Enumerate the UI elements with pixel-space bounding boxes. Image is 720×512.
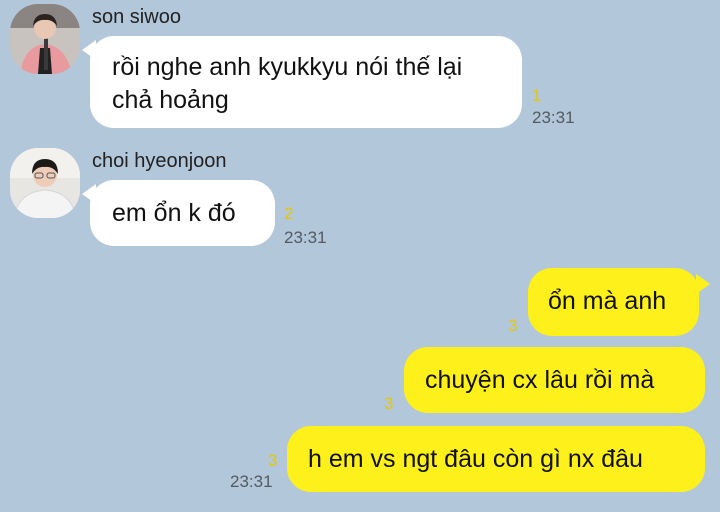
message-text-line: rồi nghe anh kyukkyu nói thế lại xyxy=(112,53,463,81)
incoming-message-bubble[interactable]: rồi nghe anh kyukkyu nói thế lại chả hoả… xyxy=(90,36,522,128)
unread-count: 2 xyxy=(284,204,294,223)
outgoing-message-bubble[interactable]: ổn mà anh xyxy=(528,268,699,336)
message-time: 23:31 xyxy=(230,472,273,491)
sender-name: son siwoo xyxy=(92,6,181,28)
avatar-son-siwoo[interactable] xyxy=(10,4,80,74)
message-time: 23:31 xyxy=(532,108,575,127)
user-avatar-icon xyxy=(10,4,80,74)
message-text: ổn mà anh xyxy=(548,287,667,315)
unread-count: 1 xyxy=(532,86,542,105)
message-text: h em vs ngt đâu còn gì nx đâu xyxy=(308,445,643,473)
message-text: chuyện cx lâu rồi mà xyxy=(425,366,655,394)
unread-count: 3 xyxy=(508,316,518,335)
avatar-choi-hyeonjoon[interactable] xyxy=(10,148,80,218)
outgoing-message-bubble[interactable]: h em vs ngt đâu còn gì nx đâu xyxy=(287,426,705,492)
user-avatar-icon xyxy=(10,148,80,218)
message-text: em ổn k đó xyxy=(112,199,236,227)
message-text-line: chả hoảng xyxy=(112,86,229,114)
message-time: 23:31 xyxy=(284,228,327,247)
bubble-tail xyxy=(696,274,710,294)
incoming-message-bubble[interactable]: em ổn k đó xyxy=(90,180,275,246)
sender-name: choi hyeonjoon xyxy=(92,150,227,172)
unread-count: 3 xyxy=(268,451,278,470)
unread-count: 3 xyxy=(384,394,394,413)
outgoing-message-bubble[interactable]: chuyện cx lâu rồi mà xyxy=(404,347,705,413)
